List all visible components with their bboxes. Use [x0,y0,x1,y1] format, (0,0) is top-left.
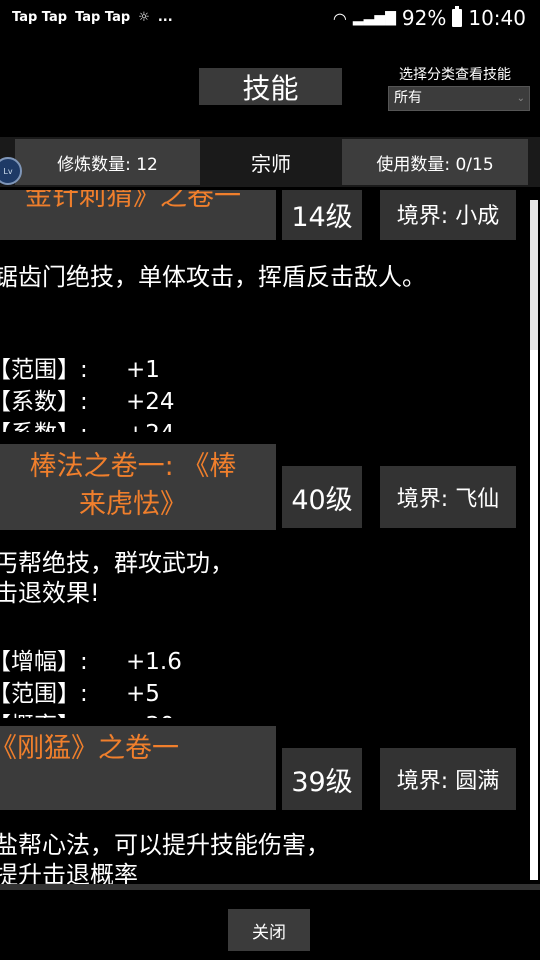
skill-attributes: 【增幅】: +1.6 【范围】: +5 【概率】: +30 [0,646,288,718]
page-title: 技能 [199,68,342,105]
attr-row: 【增幅】: +1.6 [0,646,288,678]
scrollbar-thumb[interactable] [530,200,538,350]
skill-name: 《刚猛》之卷一 [0,726,276,810]
filter-selected-value: 所有 [394,90,422,106]
skill-level: 40级 [282,466,362,528]
wifi-icon: ◠ [332,8,347,28]
skill-level: 39级 [282,748,362,810]
status-bar: Tap Tap Tap Tap ☼ ... ◠ ▂▃▅▇ 92% 10:40 [0,0,540,38]
skill-name-line2: 来虎怯》 [79,489,187,520]
category-filter-dropdown[interactable]: 所有 ⌄ [388,86,530,111]
signal-icon: ▂▃▅▇ [352,10,396,26]
attr-name: 【增幅】: [0,649,88,675]
attr-value: +24 [126,389,175,415]
attr-name: 【范围】: [0,357,88,383]
skill-description: 盐帮心法，可以提升技能伤害， 提升击退概率 [0,831,330,884]
filter-label: 选择分类查看技能 [399,67,511,83]
skill-attributes: 【范围】: +1 【系数】: +24 【系数】: +24 [0,354,288,432]
settings-notification-icon: ☼ [138,10,150,25]
attr-name: 【概率】: [0,710,88,718]
skill-description: 锯齿门绝技，单体攻击，挥盾反击敌人。 [0,263,426,291]
attr-name: 【系数】: [0,389,88,415]
skill-name-line1: 《刚猛》之卷一 [0,733,179,764]
skill-card[interactable]: 棒法之卷一: 《棒 来虎怯》 40级 境界: 飞仙 丐帮绝技，群攻武功， 击退效… [0,438,526,718]
attr-value: +1 [126,357,160,383]
skill-description: 丐帮绝技，群攻武功， 击退效果! [0,549,234,607]
attr-row: 【系数】: +24 [0,418,288,432]
skill-realm: 境界: 圆满 [380,748,516,810]
skill-card[interactable]: 《刚猛》之卷一 39级 境界: 圆满 盐帮心法，可以提升技能伤害， 提升击退概率 [0,720,526,884]
stats-bar: 修炼数量: 12 宗师 使用数量: 0/15 [0,137,540,187]
attr-row: 【范围】: +1 [0,354,288,386]
skills-screen: Tap Tap Tap Tap ☼ ... ◠ ▂▃▅▇ 92% 10:40 技… [0,0,540,960]
skill-card[interactable]: 金针刺猬》之卷一 14级 境界: 小成 锯齿门绝技，单体攻击，挥盾反击敌人。 【… [0,190,526,432]
chevron-down-icon: ⌄ [516,93,525,104]
list-scrollbar[interactable] [530,200,538,880]
skill-name: 金针刺猬》之卷一 [0,190,276,240]
battery-percent: 92% [401,6,447,30]
close-button[interactable]: 关闭 [228,909,310,951]
skill-name: 棒法之卷一: 《棒 来虎怯》 [0,444,276,530]
status-bar-right: ◠ ▂▃▅▇ 92% 10:40 [333,6,526,30]
attr-value: +1.6 [126,649,182,675]
attr-row: 【范围】: +5 [0,678,288,710]
skill-level: 14级 [282,190,362,240]
skill-realm: 境界: 小成 [380,190,516,240]
rank-label: 宗师 [200,139,342,185]
status-bar-left: Tap Tap Tap Tap ☼ ... [12,10,173,25]
attr-value: +5 [126,681,160,707]
battery-icon [452,6,463,27]
skill-list[interactable]: 金针刺猬》之卷一 14级 境界: 小成 锯齿门绝技，单体攻击，挥盾反击敌人。 【… [0,190,526,884]
attr-name: 【系数】: [0,418,88,432]
attr-row: 【系数】: +24 [0,386,288,418]
skill-name-line1: 棒法之卷一: 《棒 [29,451,237,482]
taptap-notification-2: Tap Tap [75,10,131,25]
attr-value: +30 [126,710,175,718]
attr-name: 【范围】: [0,681,88,707]
attr-row: 【概率】: +30 [0,710,288,718]
skill-realm: 境界: 飞仙 [380,466,516,528]
taptap-notification-1: Tap Tap [12,10,68,25]
skill-name-line1: 金针刺猬》之卷一 [25,190,241,212]
bottom-divider [0,884,540,890]
more-notifications: ... [157,10,173,25]
clock: 10:40 [468,6,526,30]
cultivate-count: 修炼数量: 12 [15,139,200,185]
use-count: 使用数量: 0/15 [342,139,528,185]
attr-value: +24 [126,418,175,432]
